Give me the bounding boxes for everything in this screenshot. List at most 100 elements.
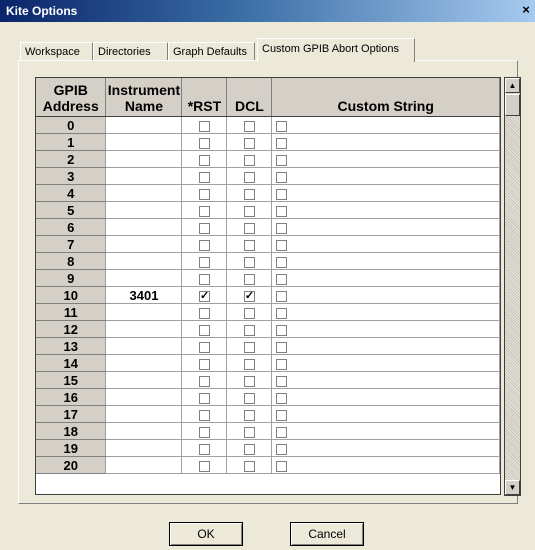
dcl-checkbox[interactable]	[243, 222, 255, 234]
dcl-checkbox[interactable]	[243, 307, 255, 319]
custom-string-checkbox[interactable]	[276, 460, 288, 472]
rst-checkbox[interactable]	[198, 120, 210, 132]
custom-string-cell[interactable]	[271, 116, 500, 134]
custom-string-checkbox[interactable]	[276, 239, 288, 251]
instrument-name-cell[interactable]	[105, 405, 183, 423]
instrument-name-cell[interactable]	[105, 252, 183, 270]
rst-checkbox[interactable]	[198, 358, 210, 370]
custom-string-cell[interactable]	[271, 269, 500, 287]
rst-checkbox[interactable]	[198, 341, 210, 353]
dcl-checkbox[interactable]	[243, 341, 255, 353]
scroll-thumb[interactable]	[505, 94, 520, 116]
custom-string-cell[interactable]	[271, 320, 500, 338]
dcl-checkbox[interactable]	[243, 171, 255, 183]
rst-checkbox[interactable]	[198, 154, 210, 166]
dcl-checkbox[interactable]	[243, 154, 255, 166]
custom-string-checkbox[interactable]	[276, 120, 288, 132]
tab-workspace[interactable]: Workspace	[20, 42, 93, 60]
custom-string-cell[interactable]	[271, 456, 500, 474]
tab-custom-gpib-abort-options[interactable]: Custom GPIB Abort Options	[257, 38, 415, 62]
ok-button[interactable]: OK	[169, 522, 243, 546]
custom-string-checkbox[interactable]	[276, 358, 288, 370]
dcl-checkbox[interactable]	[243, 188, 255, 200]
dcl-checkbox[interactable]	[243, 409, 255, 421]
custom-string-checkbox[interactable]	[276, 392, 288, 404]
dcl-checkbox[interactable]	[243, 120, 255, 132]
rst-checkbox[interactable]	[198, 256, 210, 268]
rst-checkbox[interactable]	[198, 188, 210, 200]
dcl-checkbox[interactable]: ✓	[243, 290, 255, 302]
custom-string-checkbox[interactable]	[276, 409, 288, 421]
instrument-name-cell[interactable]: 3401	[105, 286, 183, 304]
dcl-checkbox[interactable]	[243, 443, 255, 455]
rst-checkbox[interactable]	[198, 426, 210, 438]
custom-string-checkbox[interactable]	[276, 154, 288, 166]
dcl-checkbox[interactable]	[243, 273, 255, 285]
instrument-name-cell[interactable]	[105, 133, 183, 151]
instrument-name-cell[interactable]	[105, 235, 183, 253]
instrument-name-cell[interactable]	[105, 422, 183, 440]
rst-checkbox[interactable]	[198, 460, 210, 472]
custom-string-checkbox[interactable]	[276, 188, 288, 200]
instrument-name-cell[interactable]	[105, 354, 183, 372]
rst-checkbox[interactable]	[198, 222, 210, 234]
tab-directories[interactable]: Directories	[93, 42, 168, 60]
dcl-checkbox[interactable]	[243, 256, 255, 268]
scroll-up-icon[interactable]: ▲	[505, 78, 520, 93]
close-icon[interactable]: ×	[519, 3, 533, 17]
custom-string-checkbox[interactable]	[276, 273, 288, 285]
custom-string-checkbox[interactable]	[276, 256, 288, 268]
rst-checkbox[interactable]	[198, 375, 210, 387]
custom-string-cell[interactable]	[271, 167, 500, 185]
custom-string-checkbox[interactable]	[276, 324, 288, 336]
custom-string-checkbox[interactable]	[276, 307, 288, 319]
custom-string-cell[interactable]	[271, 133, 500, 151]
instrument-name-cell[interactable]	[105, 320, 183, 338]
instrument-name-cell[interactable]	[105, 439, 183, 457]
rst-checkbox[interactable]	[198, 392, 210, 404]
custom-string-cell[interactable]	[271, 422, 500, 440]
custom-string-checkbox[interactable]	[276, 290, 288, 302]
dcl-checkbox[interactable]	[243, 392, 255, 404]
rst-checkbox[interactable]	[198, 324, 210, 336]
dcl-checkbox[interactable]	[243, 205, 255, 217]
instrument-name-cell[interactable]	[105, 150, 183, 168]
custom-string-checkbox[interactable]	[276, 375, 288, 387]
rst-checkbox[interactable]	[198, 171, 210, 183]
custom-string-cell[interactable]	[271, 252, 500, 270]
instrument-name-cell[interactable]	[105, 116, 183, 134]
rst-checkbox[interactable]	[198, 443, 210, 455]
custom-string-cell[interactable]	[271, 303, 500, 321]
rst-checkbox[interactable]	[198, 137, 210, 149]
custom-string-cell[interactable]	[271, 184, 500, 202]
instrument-name-cell[interactable]	[105, 371, 183, 389]
custom-string-cell[interactable]	[271, 371, 500, 389]
custom-string-checkbox[interactable]	[276, 426, 288, 438]
instrument-name-cell[interactable]	[105, 184, 183, 202]
instrument-name-cell[interactable]	[105, 269, 183, 287]
instrument-name-cell[interactable]	[105, 337, 183, 355]
custom-string-cell[interactable]	[271, 405, 500, 423]
dcl-checkbox[interactable]	[243, 239, 255, 251]
rst-checkbox[interactable]	[198, 239, 210, 251]
dcl-checkbox[interactable]	[243, 460, 255, 472]
custom-string-cell[interactable]	[271, 388, 500, 406]
custom-string-checkbox[interactable]	[276, 222, 288, 234]
custom-string-cell[interactable]	[271, 235, 500, 253]
instrument-name-cell[interactable]	[105, 456, 183, 474]
custom-string-cell[interactable]	[271, 354, 500, 372]
dcl-checkbox[interactable]	[243, 324, 255, 336]
custom-string-checkbox[interactable]	[276, 171, 288, 183]
rst-checkbox[interactable]: ✓	[198, 290, 210, 302]
instrument-name-cell[interactable]	[105, 303, 183, 321]
custom-string-checkbox[interactable]	[276, 341, 288, 353]
instrument-name-cell[interactable]	[105, 167, 183, 185]
custom-string-cell[interactable]	[271, 201, 500, 219]
custom-string-cell[interactable]	[271, 150, 500, 168]
custom-string-cell[interactable]	[271, 286, 500, 304]
tab-graph-defaults[interactable]: Graph Defaults	[168, 42, 255, 60]
dcl-checkbox[interactable]	[243, 358, 255, 370]
custom-string-cell[interactable]	[271, 337, 500, 355]
scroll-down-icon[interactable]: ▼	[505, 480, 520, 495]
custom-string-checkbox[interactable]	[276, 443, 288, 455]
